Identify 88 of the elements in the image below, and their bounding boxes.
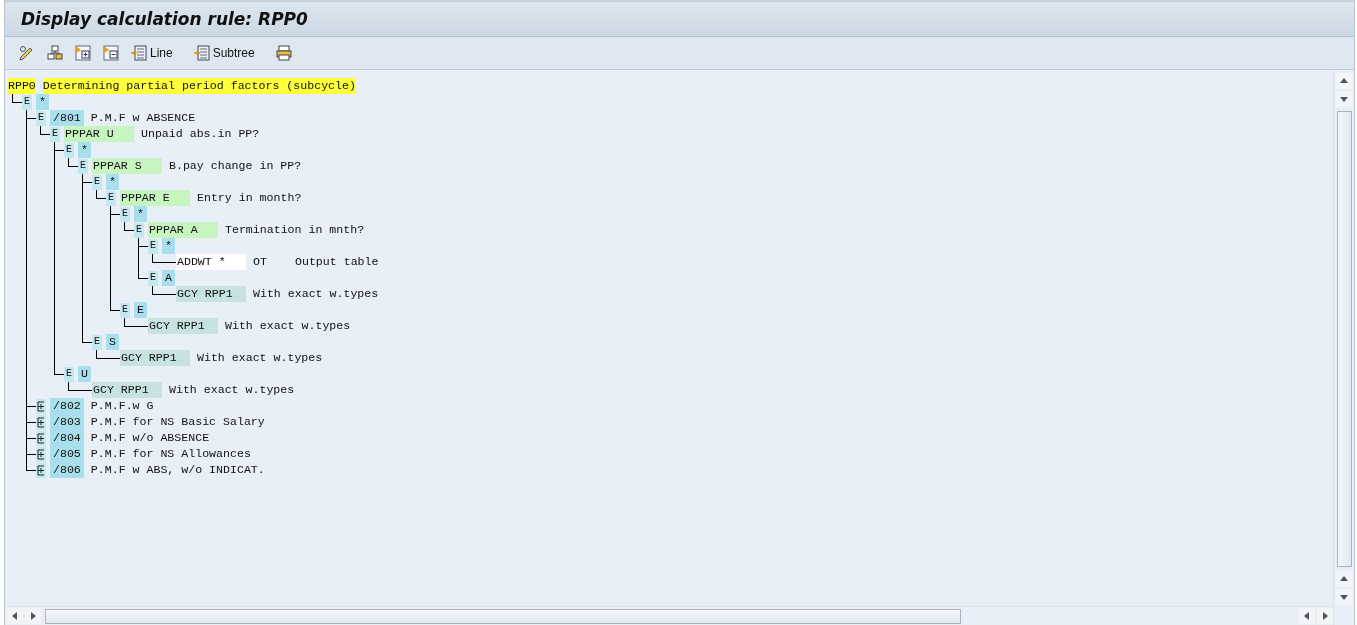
branch-value[interactable]: S bbox=[106, 334, 119, 350]
toolbar-button[interactable]: Line bbox=[127, 42, 176, 64]
branch-value[interactable]: E bbox=[134, 302, 147, 318]
scroll-up-button[interactable] bbox=[1336, 571, 1352, 587]
branch-value[interactable]: * bbox=[36, 94, 49, 110]
branch-value[interactable]: * bbox=[134, 206, 147, 222]
operation-description: With exact w.types bbox=[253, 286, 379, 302]
scroll-down-button[interactable] bbox=[1336, 91, 1352, 107]
triangle-arrow-icon bbox=[11, 612, 19, 620]
scrollbar-thumb[interactable] bbox=[45, 608, 961, 624]
branch-description: P.M.F.w G bbox=[90, 398, 154, 414]
printer-icon bbox=[274, 44, 293, 62]
operation-code[interactable]: GCY RPP1 bbox=[148, 318, 218, 334]
operation-type: OT bbox=[253, 254, 268, 270]
collapse-icon bbox=[102, 44, 120, 62]
expanded-marker[interactable]: E bbox=[22, 94, 32, 110]
rule-description: Determining partial period factors (subcycle) bbox=[42, 78, 356, 94]
operation-code[interactable]: ADDWT * bbox=[176, 254, 246, 270]
collapsed-node-icon[interactable] bbox=[36, 462, 46, 478]
rule-code: RPP0 bbox=[8, 78, 36, 94]
branch-value[interactable]: /805 bbox=[50, 446, 84, 462]
operation-description: Unpaid abs.in PP? bbox=[141, 126, 260, 142]
scroll-right-button[interactable] bbox=[1317, 608, 1333, 624]
triangle-arrow-icon bbox=[1303, 612, 1311, 620]
expanded-marker[interactable]: E bbox=[148, 270, 158, 286]
operation-description: B.pay change in PP? bbox=[169, 158, 302, 174]
expanded-marker[interactable]: E bbox=[64, 142, 74, 158]
collapsed-node-icon[interactable] bbox=[36, 430, 46, 446]
branch-description: P.M.F for NS Allowances bbox=[90, 446, 251, 462]
select-lines-icon bbox=[130, 44, 148, 62]
branch-value[interactable]: * bbox=[162, 238, 175, 254]
collapsed-node-icon[interactable] bbox=[36, 398, 46, 414]
operation-code[interactable]: PPPAR E bbox=[120, 190, 190, 206]
triangle-arrow-icon bbox=[1340, 575, 1348, 583]
operation-description: With exact w.types bbox=[225, 318, 351, 334]
branch-value[interactable]: /801 bbox=[50, 110, 84, 126]
operation-code[interactable]: PPPAR S bbox=[92, 158, 162, 174]
hierarchy-icon bbox=[46, 44, 64, 62]
branch-value[interactable]: A bbox=[162, 270, 175, 286]
triangle-arrow-icon bbox=[1340, 95, 1348, 103]
branch-value[interactable]: U bbox=[78, 366, 91, 382]
operation-description: With exact w.types bbox=[197, 350, 323, 366]
branch-value[interactable]: /802 bbox=[50, 398, 84, 414]
expanded-marker[interactable]: E bbox=[92, 334, 102, 350]
branch-value[interactable]: * bbox=[78, 142, 91, 158]
triangle-arrow-icon bbox=[1340, 593, 1348, 601]
operation-description: With exact w.types bbox=[169, 382, 295, 398]
expanded-marker[interactable]: E bbox=[36, 110, 46, 126]
operation-code[interactable]: PPPAR A bbox=[148, 222, 218, 238]
scroll-down-button[interactable] bbox=[1336, 589, 1352, 605]
scroll-right-button[interactable] bbox=[25, 608, 41, 624]
collapsed-node-icon[interactable] bbox=[36, 414, 46, 430]
expanded-marker[interactable]: E bbox=[64, 366, 74, 382]
branch-description: P.M.F w ABS, w/o INDICAT. bbox=[90, 462, 265, 478]
triangle-arrow-icon bbox=[1321, 612, 1329, 620]
select-lines-icon bbox=[192, 44, 211, 62]
operation-code[interactable]: GCY RPP1 bbox=[92, 382, 162, 398]
scroll-left-button[interactable] bbox=[1299, 608, 1315, 624]
window-title: Display calculation rule: RPP0 bbox=[21, 9, 308, 29]
expanded-marker[interactable]: E bbox=[134, 222, 144, 238]
operation-code[interactable]: GCY RPP1 bbox=[120, 350, 190, 366]
branch-description: P.M.F w ABSENCE bbox=[90, 110, 196, 126]
expanded-marker[interactable]: E bbox=[120, 206, 130, 222]
operation-description: Output table bbox=[295, 254, 379, 270]
scroll-up-button[interactable] bbox=[1336, 73, 1352, 89]
expanded-marker[interactable]: E bbox=[106, 190, 116, 206]
branch-description: P.M.F for NS Basic Salary bbox=[90, 414, 265, 430]
expand-icon bbox=[74, 44, 92, 62]
expanded-marker[interactable]: E bbox=[148, 238, 158, 254]
expanded-marker[interactable]: E bbox=[120, 302, 130, 318]
branch-value[interactable]: * bbox=[106, 174, 119, 190]
operation-code[interactable]: PPPAR U bbox=[64, 126, 134, 142]
branch-value[interactable]: /804 bbox=[50, 430, 84, 446]
branch-value[interactable]: /803 bbox=[50, 414, 84, 430]
expanded-marker[interactable]: E bbox=[92, 174, 102, 190]
expanded-marker[interactable]: E bbox=[78, 158, 88, 174]
branch-description: P.M.F w/o ABSENCE bbox=[90, 430, 210, 446]
triangle-arrow-icon bbox=[29, 612, 37, 620]
toolbar-button[interactable]: Subtree bbox=[189, 42, 258, 64]
collapsed-node-icon[interactable] bbox=[36, 446, 46, 462]
operation-code[interactable]: GCY RPP1 bbox=[176, 286, 246, 302]
operation-description: Termination in mnth? bbox=[225, 222, 365, 238]
scrollbar-thumb[interactable] bbox=[1336, 111, 1352, 567]
triangle-arrow-icon bbox=[1340, 77, 1348, 85]
branch-value[interactable]: /806 bbox=[50, 462, 84, 478]
operation-description: Entry in month? bbox=[197, 190, 302, 206]
expanded-marker[interactable]: E bbox=[50, 126, 60, 142]
scroll-left-button[interactable] bbox=[7, 608, 23, 624]
